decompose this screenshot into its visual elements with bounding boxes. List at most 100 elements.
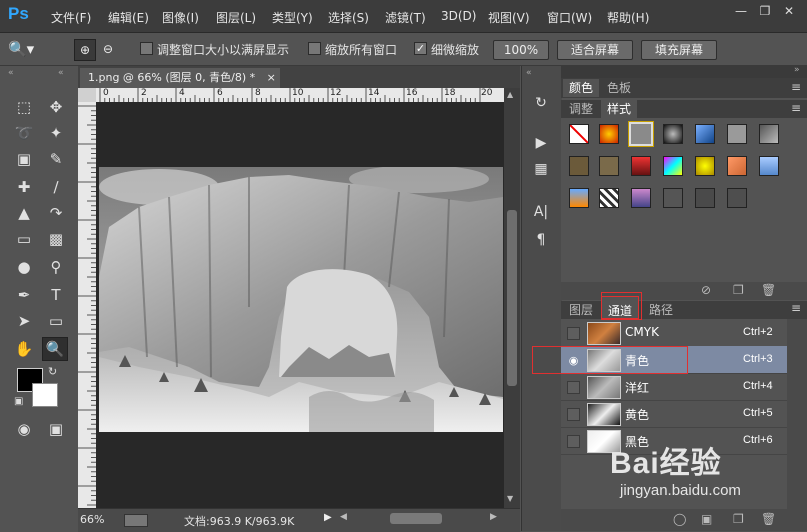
panel-menu-icon[interactable]: ≡ <box>791 301 801 315</box>
tab-styles[interactable]: 样式 <box>601 100 638 118</box>
style-swatch[interactable] <box>695 188 715 208</box>
history-panel-icon[interactable]: ↻ <box>528 92 554 114</box>
zoom-tool-preset-icon[interactable]: 🔍▾ <box>8 39 48 59</box>
save-selection-icon[interactable]: ▣ <box>701 512 712 526</box>
menu-image[interactable]: 图像(I) <box>162 9 199 26</box>
style-swatch[interactable] <box>695 124 715 144</box>
menu-help[interactable]: 帮助(H) <box>607 9 649 26</box>
scrubby-zoom-checkbox[interactable]: ✓ <box>414 42 427 55</box>
menu-file[interactable]: 文件(F) <box>51 9 91 26</box>
crop-tool-icon[interactable]: ▣ <box>12 148 36 170</box>
visibility-toggle[interactable] <box>567 327 580 340</box>
zoom-tool-icon[interactable]: 🔍 <box>42 337 68 361</box>
style-swatch[interactable] <box>663 124 683 144</box>
style-swatch[interactable] <box>599 188 619 208</box>
pen-tool-icon[interactable]: ✒ <box>12 284 36 306</box>
menu-edit[interactable]: 编辑(E) <box>108 9 149 26</box>
magic-wand-tool-icon[interactable]: ✦ <box>44 122 68 144</box>
close-icon[interactable]: ✕ <box>780 4 798 18</box>
swap-colors-icon[interactable]: ↻ <box>48 365 57 378</box>
style-swatch-selected[interactable] <box>629 122 653 146</box>
scroll-right-icon[interactable]: ▶ <box>490 512 497 522</box>
dodge-tool-icon[interactable]: ⚲ <box>44 256 68 278</box>
character-panel-icon[interactable]: A| <box>528 201 554 223</box>
default-colors-icon[interactable]: ▣ <box>14 396 23 407</box>
menu-type[interactable]: 类型(Y) <box>272 9 313 26</box>
move-tool-icon[interactable]: ✥ <box>44 96 68 118</box>
gradient-tool-icon[interactable]: ▩ <box>44 228 68 250</box>
ruler-origin[interactable] <box>78 88 96 102</box>
eraser-tool-icon[interactable]: ▭ <box>12 228 36 250</box>
menu-layer[interactable]: 图层(L) <box>216 9 256 26</box>
zoom-level[interactable]: 66% <box>80 513 104 526</box>
load-selection-icon[interactable]: ◯ <box>673 512 686 526</box>
channel-row-yellow[interactable]: 黄色 Ctrl+5 <box>561 400 787 428</box>
visibility-toggle[interactable] <box>567 381 580 394</box>
rectangle-tool-icon[interactable]: ▭ <box>44 310 68 332</box>
channel-row-cmyk[interactable]: CMYK Ctrl+2 <box>561 319 787 347</box>
vertical-scroll-thumb[interactable] <box>507 210 517 386</box>
style-swatch[interactable] <box>663 188 683 208</box>
history-brush-tool-icon[interactable]: ↷ <box>44 202 68 224</box>
zoom-in-icon[interactable]: ⊕ <box>74 39 96 61</box>
horizontal-scroll-thumb[interactable] <box>390 513 442 524</box>
menu-filter[interactable]: 滤镜(T) <box>385 9 426 26</box>
new-channel-icon[interactable]: ❐ <box>733 512 744 526</box>
style-swatch[interactable] <box>727 156 747 176</box>
fit-screen-button[interactable]: 适合屏幕 <box>557 40 633 60</box>
minimize-icon[interactable]: — <box>732 4 750 18</box>
style-swatch[interactable] <box>631 188 651 208</box>
panel-close-icon[interactable]: « <box>58 68 64 78</box>
marquee-tool-icon[interactable]: ⬚ <box>12 96 36 118</box>
paragraph-panel-icon[interactable]: ¶ <box>528 229 554 251</box>
fill-screen-button[interactable]: 填充屏幕 <box>641 40 717 60</box>
screen-mode-icon[interactable]: ▣ <box>44 418 68 440</box>
document-image[interactable] <box>99 167 503 432</box>
eyedropper-tool-icon[interactable]: ✎ <box>44 148 68 170</box>
zoom-100-button[interactable]: 100% <box>493 40 549 60</box>
status-menu-arrow-icon[interactable]: ▶ <box>324 512 332 523</box>
tab-paths[interactable]: 路径 <box>643 301 679 319</box>
delete-channel-icon[interactable]: 🗑 <box>761 512 776 526</box>
style-swatch[interactable] <box>599 124 619 144</box>
scroll-up-icon[interactable]: ▲ <box>507 90 513 99</box>
style-swatch[interactable] <box>569 188 589 208</box>
visibility-toggle[interactable] <box>567 408 580 421</box>
style-swatch[interactable] <box>759 124 779 144</box>
menu-view[interactable]: 视图(V) <box>488 9 530 26</box>
style-swatch[interactable] <box>569 156 589 176</box>
path-selection-tool-icon[interactable]: ➤ <box>12 310 36 332</box>
tab-layers[interactable]: 图层 <box>563 301 599 319</box>
tab-swatches[interactable]: 色板 <box>601 79 637 97</box>
style-swatch[interactable] <box>727 188 747 208</box>
properties-panel-icon[interactable]: ▦ <box>528 158 554 180</box>
vertical-ruler[interactable] <box>78 102 97 508</box>
collapse-panels-icon[interactable]: » <box>794 65 800 75</box>
collapse-toolbox-icon[interactable]: « <box>8 68 14 78</box>
lasso-tool-icon[interactable]: ➰ <box>12 122 36 144</box>
tab-adjustments[interactable]: 调整 <box>563 100 599 118</box>
restore-icon[interactable]: ❐ <box>756 4 774 18</box>
tab-color[interactable]: 颜色 <box>563 79 600 97</box>
quick-mask-icon[interactable]: ◉ <box>12 418 36 440</box>
menu-window[interactable]: 窗口(W) <box>547 9 592 26</box>
channel-row-magenta[interactable]: 洋红 Ctrl+4 <box>561 373 787 401</box>
style-swatch[interactable] <box>663 156 683 176</box>
zoom-out-icon[interactable]: ⊖ <box>98 39 118 59</box>
blur-tool-icon[interactable]: ● <box>12 256 36 278</box>
document-tab[interactable]: 1.png @ 66% (图层 0, 青色/8) * × <box>80 68 280 88</box>
healing-brush-tool-icon[interactable]: ✚ <box>12 176 36 198</box>
brush-tool-icon[interactable]: ∕ <box>44 176 68 198</box>
delete-style-icon[interactable]: 🗑 <box>761 283 776 297</box>
zoom-all-windows-checkbox[interactable] <box>308 42 321 55</box>
menu-3d[interactable]: 3D(D) <box>441 9 476 23</box>
style-swatch[interactable] <box>599 156 619 176</box>
visibility-toggle[interactable] <box>567 435 580 448</box>
style-swatch-none[interactable] <box>569 124 589 144</box>
resize-windows-checkbox[interactable] <box>140 42 153 55</box>
style-swatch[interactable] <box>631 156 651 176</box>
style-swatch[interactable] <box>695 156 715 176</box>
status-preview-icon[interactable] <box>124 514 148 527</box>
clear-style-icon[interactable]: ⊘ <box>701 283 711 297</box>
background-color-swatch[interactable] <box>32 383 58 407</box>
